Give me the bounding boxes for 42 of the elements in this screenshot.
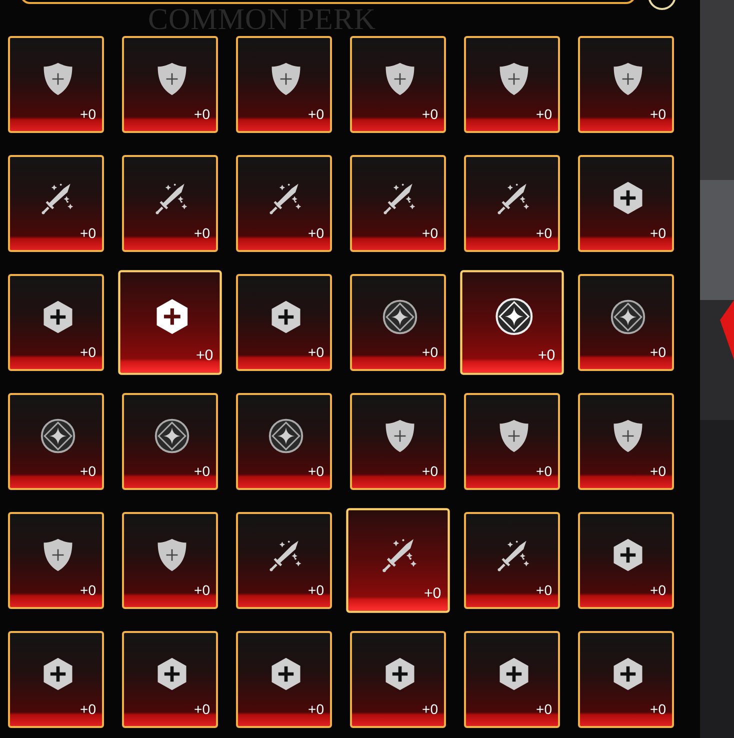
perk-tile[interactable]: +0 <box>236 155 332 252</box>
perk-tile[interactable]: +0 <box>350 36 446 133</box>
perk-tile[interactable]: +0 <box>118 270 222 375</box>
perk-tile[interactable]: +0 <box>578 155 674 252</box>
perk-tile[interactable]: +0 <box>350 155 446 252</box>
perk-tile[interactable]: +0 <box>8 512 104 609</box>
perk-tile[interactable]: +0 <box>122 36 218 133</box>
star-badge-icon <box>39 417 77 455</box>
star-badge-icon <box>381 298 419 336</box>
perk-tile[interactable]: +0 <box>8 631 104 728</box>
perk-tile[interactable]: +0 <box>236 274 332 371</box>
perk-tile[interactable]: +0 <box>236 512 332 609</box>
perk-tile[interactable]: +0 <box>350 393 446 490</box>
perk-tile[interactable]: +0 <box>350 631 446 728</box>
perk-tile[interactable]: +0 <box>236 36 332 133</box>
perk-tile[interactable]: +0 <box>464 393 560 490</box>
perk-tile[interactable]: +0 <box>122 631 218 728</box>
perk-tile[interactable]: +0 <box>464 512 560 609</box>
perk-tile[interactable]: +0 <box>578 36 674 133</box>
perk-tile[interactable]: +0 <box>8 36 104 133</box>
star-badge-icon <box>609 298 647 336</box>
perk-tile[interactable]: +0 <box>122 155 218 252</box>
perk-tile[interactable]: +0 <box>122 393 218 490</box>
perk-tile[interactable]: +0 <box>8 155 104 252</box>
perk-tile[interactable]: +0 <box>578 512 674 609</box>
star-badge-icon <box>153 417 191 455</box>
perk-tile[interactable]: +0 <box>578 393 674 490</box>
star-badge-icon <box>267 417 305 455</box>
perk-tile[interactable]: +0 <box>464 155 560 252</box>
perk-tile[interactable]: +0 <box>236 631 332 728</box>
perk-tile[interactable]: +0 <box>578 274 674 371</box>
perk-tile[interactable]: +0 <box>236 393 332 490</box>
perk-tile[interactable]: +0 <box>8 274 104 371</box>
perk-tile[interactable]: +0 <box>460 270 564 375</box>
perk-tile[interactable]: +0 <box>464 36 560 133</box>
perk-tile[interactable]: +0 <box>346 508 450 613</box>
perk-tile[interactable]: +0 <box>578 631 674 728</box>
star-badge-icon <box>494 296 535 338</box>
perk-tile[interactable]: +0 <box>350 274 446 371</box>
perk-tile[interactable]: +0 <box>8 393 104 490</box>
perk-tile[interactable]: +0 <box>122 512 218 609</box>
perk-tile[interactable]: +0 <box>464 631 560 728</box>
